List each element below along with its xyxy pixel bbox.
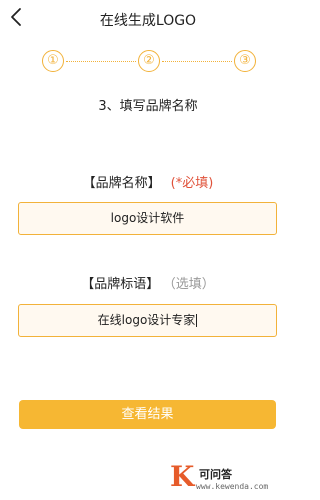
brand-slogan-label: 【品牌标语】 (81, 277, 160, 292)
brand-name-label: 【品牌名称】 (82, 176, 161, 191)
brand-slogan-input[interactable]: 在线logo设计专家 (18, 304, 277, 337)
brand-name-value: logo设计软件 (110, 211, 185, 225)
brand-name-input[interactable]: logo设计软件 (18, 202, 277, 235)
step-indicator: ① ② ③ (0, 50, 296, 74)
watermark-name: 可问答 (199, 468, 232, 481)
step-connector (66, 61, 136, 62)
step-3: ③ (234, 50, 256, 72)
brand-slogan-label-row: 【品牌标语】 （选填） (0, 273, 296, 292)
watermark: K 可问答 www.kewenda.com (170, 462, 290, 496)
step-heading: 3、填写品牌名称 (98, 99, 198, 114)
brand-slogan-value: 在线logo设计专家 (97, 313, 196, 327)
page-title: 在线生成LOGO (99, 13, 197, 29)
required-note: (*必填) (170, 176, 214, 191)
text-cursor (196, 314, 198, 327)
watermark-logo-icon: K (170, 460, 195, 493)
top-bar: 在线生成LOGO (0, 0, 296, 36)
step-1: ① (42, 50, 64, 72)
step-connector (162, 61, 232, 62)
optional-note: （选填） (169, 277, 215, 292)
view-result-button[interactable]: 查看结果 (19, 400, 276, 429)
brand-name-label-row: 【品牌名称】 (*必填) (0, 172, 296, 191)
step-2: ② (138, 50, 160, 72)
watermark-url: www.kewenda.com (196, 482, 269, 491)
